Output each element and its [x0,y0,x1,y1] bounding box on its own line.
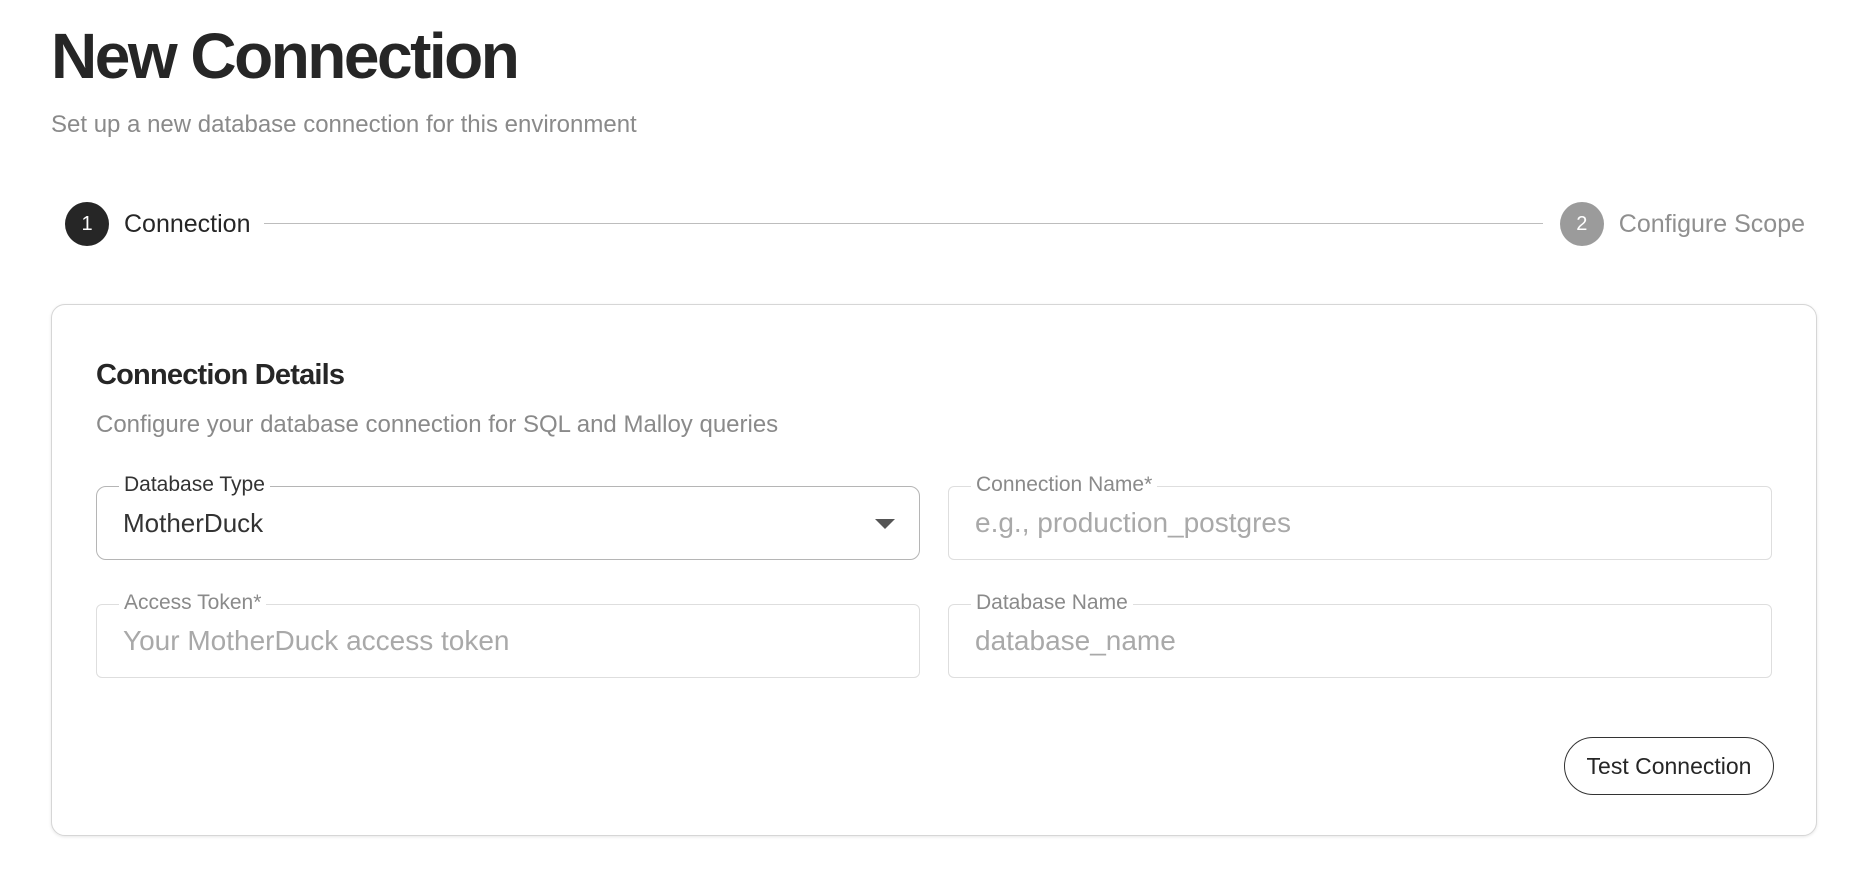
step-label: Configure Scope [1618,209,1805,238]
connection-name-label: Connection Name* [971,472,1158,498]
database-type-select[interactable]: Database Type MotherDuck [96,472,920,560]
required-mark: * [253,591,262,614]
access-token-label: Access Token* [119,590,267,616]
stepper: 1 Connection 2 Configure Scope [65,202,1805,246]
required-mark: * [1144,473,1153,496]
database-type-value: MotherDuck [123,508,264,538]
connection-name-label-text: Connection Name [976,473,1145,496]
connection-name-field[interactable]: Connection Name* [948,472,1772,560]
database-name-field[interactable]: Database Name [948,590,1772,678]
step-number-badge: 1 [65,202,109,246]
connection-name-input[interactable] [975,505,1735,541]
connection-details-card: Connection Details Configure your databa… [51,304,1817,836]
page-title: New Connection [51,20,520,92]
card-subtitle: Configure your database connection for S… [96,411,779,438]
test-connection-button[interactable]: Test Connection [1564,737,1774,795]
step-connector [264,223,1543,224]
step-configure-scope[interactable]: 2 Configure Scope [1559,202,1805,246]
page-subtitle: Set up a new database connection for thi… [51,111,637,138]
access-token-input[interactable] [123,623,883,659]
chevron-down-icon[interactable] [875,519,895,529]
card-title: Connection Details [96,359,345,391]
database-type-label: Database Type [119,472,270,498]
database-type-label-text: Database Type [124,473,265,496]
step-number-badge: 2 [1559,202,1604,246]
database-name-label: Database Name [971,590,1133,616]
access-token-field[interactable]: Access Token* [96,590,920,678]
database-name-label-text: Database Name [976,591,1128,614]
step-label: Connection [124,209,251,238]
database-name-input[interactable] [975,623,1735,659]
step-connection[interactable]: 1 Connection [65,202,250,246]
access-token-label-text: Access Token [124,591,254,614]
